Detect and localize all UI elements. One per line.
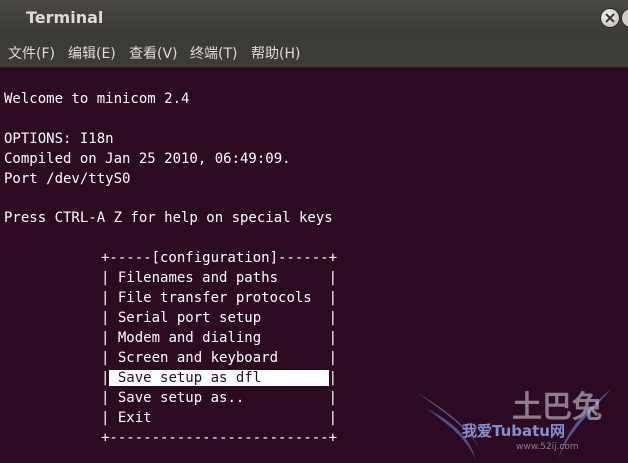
menu-border-right: | <box>328 270 338 286</box>
config-menu-item[interactable]: | Filenames and paths | <box>101 268 337 288</box>
config-menu-item-cell: Save setup as dfl <box>109 370 329 386</box>
watermark-url-text: www.52ij.com <box>516 442 579 452</box>
config-menu-item-cell: Modem and dialing <box>109 330 328 346</box>
menu-edit[interactable]: 编辑(E) <box>68 43 116 63</box>
watermark: 土巴兔 我爱Tubatu网 www.52ij.com <box>412 368 628 463</box>
config-menu-item[interactable]: | File transfer protocols | <box>101 288 337 308</box>
config-menu-item-label: Exit <box>117 410 152 426</box>
padding <box>109 390 117 406</box>
padding <box>109 350 117 366</box>
config-menu-item-cell: Screen and keyboard <box>109 350 328 366</box>
padding <box>109 330 117 346</box>
padding <box>109 410 117 426</box>
terminal-line: Press CTRL-A Z for help on special keys <box>4 210 333 226</box>
close-icon <box>605 13 615 23</box>
menu-terminal[interactable]: 终端(T) <box>190 43 237 63</box>
config-menu-item-label: Filenames and paths <box>117 270 279 286</box>
padding <box>261 330 328 346</box>
terminal-line: Compiled on Jan 25 2010, 06:49:09. <box>4 151 291 167</box>
config-menu-item-cell: Exit <box>109 410 328 426</box>
menu-file[interactable]: 文件(F) <box>8 43 55 63</box>
window-title: Terminal <box>26 8 104 27</box>
config-menu-item-label: Serial port setup <box>117 310 262 326</box>
padding <box>244 390 328 406</box>
menu-bar: 文件(F) 编辑(E) 查看(V) 终端(T) 帮助(H) <box>0 36 628 68</box>
menu-help[interactable]: 帮助(H) <box>251 43 300 63</box>
close-button[interactable] <box>600 8 620 28</box>
window-titlebar[interactable]: Terminal <box>0 0 628 36</box>
config-menu-bottom-border: +--------------------------+ <box>101 430 338 446</box>
padding <box>109 370 117 386</box>
config-menu-item-cell: Filenames and paths <box>109 270 328 286</box>
padding <box>261 370 328 386</box>
menu-view[interactable]: 查看(V) <box>129 43 178 63</box>
padding <box>109 290 117 306</box>
window-control-button[interactable] <box>621 8 628 28</box>
menu-border-right: | <box>328 390 338 406</box>
config-menu-item-label: File transfer protocols <box>117 290 312 306</box>
menu-border-right: | <box>328 310 338 326</box>
config-menu-item-label: Screen and keyboard <box>117 350 279 366</box>
menu-border-right: | <box>328 410 338 426</box>
padding <box>261 310 328 326</box>
config-menu-item[interactable]: | Save setup as dfl | <box>101 368 337 388</box>
config-menu-item-label: Modem and dialing <box>117 330 262 346</box>
config-menu-item-label: Save setup as dfl <box>117 370 262 386</box>
padding <box>109 270 117 286</box>
padding <box>278 350 329 366</box>
padding <box>278 270 329 286</box>
config-menu-item[interactable]: | Serial port setup | <box>101 308 337 328</box>
menu-border-right: | <box>328 290 338 306</box>
terminal-line: OPTIONS: I18n <box>4 131 114 147</box>
config-menu-item[interactable]: | Modem and dialing | <box>101 328 337 348</box>
config-menu-top-border: +-----[configuration]------+ <box>101 250 338 266</box>
padding <box>152 410 329 426</box>
padding <box>109 310 117 326</box>
menu-border-right: | <box>328 330 338 346</box>
config-menu-item-label: Save setup as.. <box>117 390 245 406</box>
menu-border-right: | <box>328 350 338 366</box>
padding <box>312 290 329 306</box>
config-menu-item-cell: Save setup as.. <box>109 390 328 406</box>
config-menu-item[interactable]: | Save setup as.. | <box>101 388 337 408</box>
config-menu-item-cell: File transfer protocols <box>109 290 328 306</box>
config-menu-item[interactable]: | Exit | <box>101 408 337 428</box>
terminal-line: Welcome to minicom 2.4 <box>4 91 190 107</box>
menu-border-right: | <box>328 370 338 386</box>
terminal-line: Port /dev/ttyS0 <box>4 171 131 187</box>
config-menu-item[interactable]: | Screen and keyboard | <box>101 348 337 368</box>
config-menu-item-cell: Serial port setup <box>109 310 328 326</box>
watermark-small-text: 我爱Tubatu网 <box>462 422 565 440</box>
